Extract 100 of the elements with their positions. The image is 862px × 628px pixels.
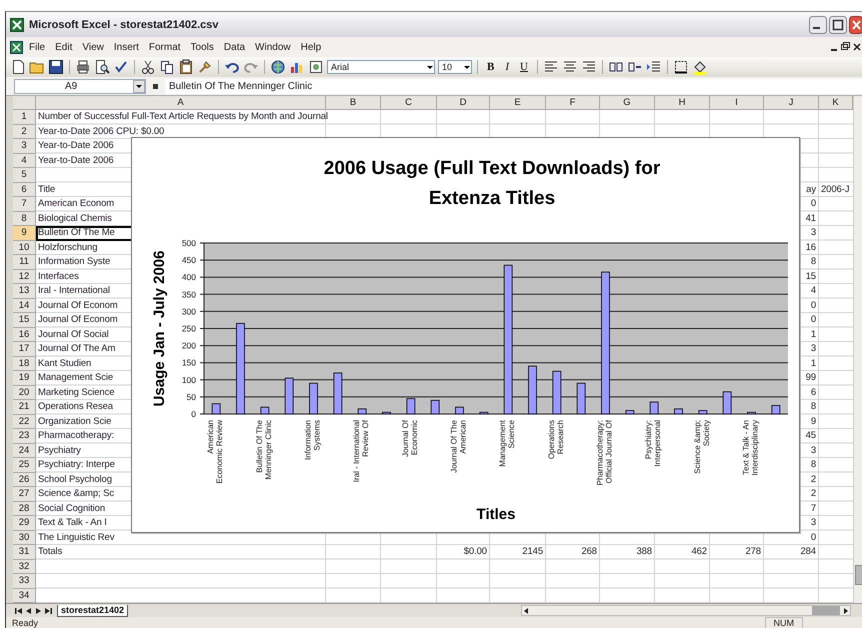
row-header[interactable]: 12: [13, 270, 36, 284]
menu-item[interactable]: Insert: [110, 40, 143, 54]
spreadsheet-cell[interactable]: Holzforschung: [38, 242, 98, 253]
spreadsheet-cell[interactable]: American Econom: [38, 198, 114, 210]
row-header[interactable]: 7: [13, 197, 36, 212]
spreadsheet-cell[interactable]: Totals: [38, 546, 62, 558]
column-header[interactable]: I: [710, 96, 764, 110]
spreadsheet-document-icon[interactable]: [10, 40, 23, 54]
row-header[interactable]: 1: [13, 110, 36, 124]
spreadsheet-cell[interactable]: 388: [636, 546, 652, 558]
row-header[interactable]: 3: [13, 139, 36, 154]
row-header[interactable]: 2: [13, 124, 36, 139]
first-sheet-icon[interactable]: [14, 606, 23, 616]
spreadsheet-cell[interactable]: Interfaces: [38, 270, 79, 282]
spreadsheet-cell[interactable]: Journal Of Social: [38, 328, 109, 340]
spreadsheet-cell[interactable]: Organization Scie: [38, 416, 112, 427]
menu-item[interactable]: Window: [251, 40, 295, 54]
scrollbar-thumb[interactable]: [812, 606, 840, 615]
row-header[interactable]: 14: [13, 298, 36, 313]
row-header[interactable]: 32: [13, 560, 36, 574]
maximize-icon[interactable]: [829, 16, 847, 34]
spreadsheet-cell[interactable]: Text & Talk - An I: [38, 517, 107, 528]
font-dropdown[interactable]: Arial: [327, 60, 435, 74]
row-header[interactable]: 21: [13, 400, 36, 414]
spreadsheet-cell[interactable]: 8: [810, 459, 816, 470]
previous-sheet-icon[interactable]: [24, 606, 33, 616]
menu-item[interactable]: View: [78, 40, 108, 54]
spreadsheet-cell[interactable]: 268: [581, 546, 597, 558]
spreadsheet-cell[interactable]: 2145: [522, 546, 543, 558]
column-header[interactable]: A: [36, 96, 326, 110]
spreadsheet-cell[interactable]: 284: [800, 546, 816, 558]
checkmark-icon[interactable]: [113, 59, 129, 75]
spreadsheet-cell[interactable]: 0: [810, 314, 816, 326]
row-header[interactable]: 30: [13, 530, 36, 545]
spreadsheet-cell[interactable]: Bulletin Of The Me: [38, 227, 115, 238]
spreadsheet-cell[interactable]: Marketing Science: [38, 386, 114, 398]
italic-button[interactable]: I: [501, 59, 514, 75]
row-header[interactable]: 25: [13, 458, 36, 472]
spreadsheet-cell[interactable]: Year-to-Date 2006: [38, 154, 114, 166]
new-document-icon[interactable]: [10, 59, 26, 75]
row-header[interactable]: 28: [13, 502, 36, 516]
row-header[interactable]: 26: [13, 472, 36, 487]
column-header[interactable]: F: [546, 96, 600, 110]
spreadsheet-cell[interactable]: 1: [810, 328, 816, 340]
font-size-dropdown[interactable]: 10: [438, 60, 472, 74]
menu-item[interactable]: Format: [144, 40, 185, 54]
spreadsheet-cell[interactable]: $0.00: [464, 546, 487, 558]
print-preview-icon[interactable]: [94, 59, 110, 75]
column-header[interactable]: D: [437, 96, 490, 110]
spreadsheet-cell[interactable]: Psychiatry: [38, 444, 81, 456]
spreadsheet-cell[interactable]: 0: [810, 198, 816, 210]
spreadsheet-cell[interactable]: 45: [806, 430, 816, 442]
spreadsheet-cell[interactable]: 2: [810, 488, 816, 500]
clipboard-icon[interactable]: [178, 59, 194, 75]
name-box[interactable]: A9: [14, 78, 146, 94]
spreadsheet-cell[interactable]: 0: [810, 300, 816, 311]
row-header[interactable]: 10: [13, 240, 36, 255]
spreadsheet-cell[interactable]: 16: [806, 242, 816, 253]
spreadsheet-cell[interactable]: 99: [806, 372, 816, 384]
spreadsheet-cell[interactable]: Psychiatry: Interpe: [38, 459, 115, 470]
next-sheet-icon[interactable]: [34, 606, 43, 616]
row-header[interactable]: 27: [13, 487, 36, 502]
column-header[interactable]: K: [819, 96, 853, 110]
spreadsheet-cell[interactable]: Iral - International: [38, 285, 110, 296]
spreadsheet-cell[interactable]: 41: [806, 212, 816, 224]
spreadsheet-cell[interactable]: Biological Chemis: [38, 212, 112, 224]
column-header[interactable]: J: [764, 96, 819, 110]
spreadsheet-cell[interactable]: 3: [810, 343, 816, 354]
spreadsheet-cell[interactable]: Science &amp; Sc: [38, 488, 114, 500]
paintbrush-icon[interactable]: [197, 59, 213, 75]
row-header[interactable]: 23: [13, 429, 36, 444]
column-header[interactable]: B: [326, 96, 381, 110]
underline-button[interactable]: U: [516, 59, 532, 75]
menu-item[interactable]: Help: [296, 40, 326, 54]
spreadsheet-cell[interactable]: 9: [810, 416, 816, 427]
spreadsheet-cell[interactable]: Operations Resea: [38, 401, 113, 412]
minimize-icon[interactable]: [809, 16, 827, 34]
bold-button[interactable]: B: [483, 59, 498, 75]
menu-item[interactable]: Data: [220, 40, 250, 54]
close-icon[interactable]: [849, 16, 862, 34]
spreadsheet-cell[interactable]: 278: [745, 546, 761, 558]
spreadsheet-cell[interactable]: 6: [810, 386, 816, 398]
spreadsheet-cell[interactable]: Management Scie: [38, 372, 114, 384]
row-header[interactable]: 20: [13, 386, 36, 400]
spreadsheet-cell[interactable]: 0: [810, 532, 816, 543]
spreadsheet-cell[interactable]: Journal Of The Am: [38, 343, 116, 354]
copy-icon[interactable]: [159, 59, 175, 75]
row-header[interactable]: 31: [13, 545, 36, 560]
last-sheet-icon[interactable]: [44, 606, 53, 616]
drawing-icon[interactable]: [308, 59, 324, 75]
row-header[interactable]: 15: [13, 313, 36, 328]
row-header[interactable]: 8: [13, 212, 36, 226]
spreadsheet-cell[interactable]: 15: [806, 270, 816, 282]
row-header[interactable]: 22: [13, 414, 36, 429]
spreadsheet-cell[interactable]: 8: [810, 401, 816, 412]
spreadsheet-cell[interactable]: 7: [810, 502, 816, 514]
row-header[interactable]: 29: [13, 516, 36, 530]
sheet-tab[interactable]: storestat21402: [57, 604, 128, 616]
spreadsheet-cell[interactable]: 3: [810, 517, 816, 528]
right-arrow-icon[interactable]: [842, 606, 850, 616]
